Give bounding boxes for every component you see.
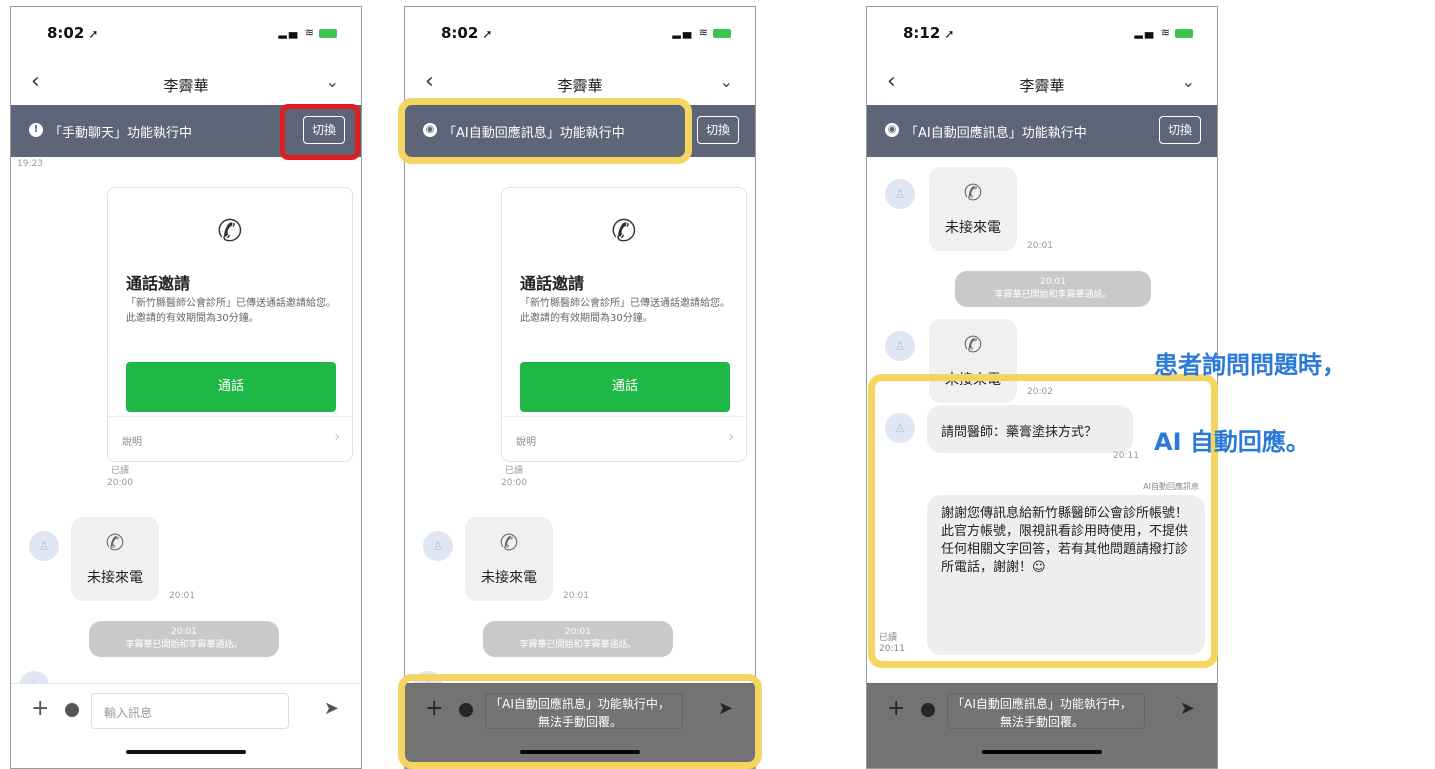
status-time: 8:12 ➚ — [903, 24, 955, 42]
call-invite-card: ✆ 通話邀請 「新竹縣醫師公會診所」已傳送通話邀請給您。此邀請的有效期間為30分… — [501, 187, 747, 462]
disabled-input-message: 「AI自動回應訊息」功能執行中， 無法手動回覆。 — [952, 697, 1132, 729]
missed-call-time: 20:01 — [563, 591, 589, 601]
chevron-down-icon[interactable]: ⌄ — [326, 72, 339, 91]
phone-icon: ✆ — [963, 181, 983, 206]
mode-banner: ◉ 「AI自動回應訊息」功能執行中 切換 — [867, 105, 1217, 157]
battery-icon — [713, 28, 731, 38]
send-icon[interactable]: ➤ — [324, 698, 339, 719]
phone-icon: ✆ — [611, 214, 637, 249]
call-invite-title: 通話邀請 — [126, 274, 191, 293]
call-invite-description: 「新竹縣醫師公會診所」已傳送通話邀請給您。此邀請的有效期間為30分鐘。 — [520, 298, 730, 324]
status-icons: ▂▄ ≋ — [672, 26, 731, 39]
call-invite-title: 通話邀請 — [520, 274, 585, 293]
missed-call-label: 未接來電 — [87, 570, 143, 586]
phone-icon: ✆ — [963, 333, 983, 358]
contact-name: 李霽華 — [163, 77, 209, 95]
caption-line-2: AI 自動回應。 — [1154, 428, 1310, 456]
chevron-down-icon[interactable]: ⌄ — [1182, 72, 1195, 91]
message-time: 19:23 — [17, 159, 43, 169]
status-bar: 8:02 ➚ ▂▄ ≋ — [405, 7, 755, 65]
status-time: 8:02 ➚ — [47, 24, 99, 42]
mode-banner-text: 「AI自動回應訊息」功能執行中 — [905, 126, 1087, 141]
battery-icon — [1175, 28, 1193, 38]
system-message: 20:01 李霽華已開始和李霽華通話。 — [483, 621, 673, 657]
signal-icon: ▂▄ — [278, 26, 300, 39]
phone-icon: ✆ — [217, 214, 243, 249]
card-footer-link[interactable]: 說明 › — [502, 416, 746, 463]
call-button[interactable]: 通話 — [126, 362, 336, 412]
wifi-icon: ≋ — [698, 26, 710, 39]
chat-header: ‹ 李霽華 ⌄ — [867, 65, 1217, 105]
location-arrow-icon: ➚ — [88, 27, 99, 41]
status-time: 8:02 ➚ — [441, 24, 493, 42]
switch-button[interactable]: 切換 — [1159, 116, 1201, 144]
plus-icon[interactable]: + — [31, 696, 49, 721]
card-footer-link[interactable]: 說明 › — [108, 416, 352, 463]
card-footer-label: 說明 — [122, 437, 142, 448]
phone-icon: ✆ — [105, 531, 125, 556]
missed-call-label: 未接來電 — [945, 220, 1001, 236]
missed-call-time: 20:01 — [1027, 241, 1053, 251]
ai-mode-banner-highlight — [398, 98, 692, 164]
signal-icon: ▂▄ — [1134, 26, 1156, 39]
missed-call-label: 未接來電 — [481, 570, 537, 586]
read-receipt: 已讀 20:00 — [107, 466, 133, 488]
chevron-down-icon[interactable]: ⌄ — [720, 72, 733, 91]
tutorial-canvas: 8:02 ➚ ▂▄ ≋ ‹ 李霽華 ⌄ ! 「手動聊天」功能執行中 切換 19:2… — [0, 0, 1435, 769]
chat-header: ‹ 李霽華 ⌄ — [11, 65, 361, 105]
signal-icon: ▂▄ — [672, 26, 694, 39]
status-icons: ▂▄ ≋ — [278, 26, 337, 39]
message-input[interactable]: 輸入訊息 — [91, 693, 289, 729]
emoji-icon[interactable] — [65, 703, 79, 717]
switch-button[interactable]: 切換 — [697, 116, 739, 144]
user-avatar-icon[interactable]: ♙ — [29, 531, 59, 561]
contact-name: 李霽華 — [557, 77, 603, 95]
message-input-bar: + 輸入訊息 ➤ — [11, 683, 361, 768]
ai-reply-highlight — [868, 374, 1218, 668]
card-footer-label: 說明 — [516, 437, 536, 448]
home-indicator — [126, 750, 246, 754]
status-bar: 8:12 ➚ ▂▄ ≋ — [867, 7, 1217, 65]
call-invite-description: 「新竹縣醫師公會診所」已傳送通話邀請給您。此邀請的有效期間為30分鐘。 — [126, 298, 336, 324]
robot-icon: ◉ — [885, 123, 899, 137]
missed-call-time: 20:01 — [169, 591, 195, 601]
battery-icon — [319, 28, 337, 38]
location-arrow-icon: ➚ — [482, 27, 493, 41]
chevron-right-icon: › — [728, 429, 734, 445]
info-icon: ! — [29, 123, 43, 137]
system-message: 20:01 李霽華已開始和李霽華通話。 — [955, 271, 1151, 307]
system-message: 20:01 李霽華已開始和李霽華通話。 — [89, 621, 279, 657]
status-bar: 8:02 ➚ ▂▄ ≋ — [11, 7, 361, 65]
chevron-right-icon: › — [334, 429, 340, 445]
user-avatar-icon[interactable]: ♙ — [885, 331, 915, 361]
contact-name: 李霽華 — [1019, 77, 1065, 95]
disabled-input-overlay: 「AI自動回應訊息」功能執行中， 無法手動回覆。 — [867, 683, 1217, 768]
read-receipt: 已讀 20:00 — [501, 466, 527, 488]
phone-icon: ✆ — [499, 531, 519, 556]
disabled-input-highlight — [398, 674, 762, 769]
call-invite-card: ✆ 通話邀請 「新竹縣醫師公會診所」已傳送通話邀請給您。此邀請的有效期間為30分… — [107, 187, 353, 462]
call-button[interactable]: 通話 — [520, 362, 730, 412]
caption-line-1: 患者詢問問題時， — [1154, 351, 1346, 379]
user-avatar-icon[interactable]: ♙ — [885, 179, 915, 209]
missed-call-bubble[interactable]: ✆ 未接來電 — [465, 517, 553, 601]
missed-call-bubble[interactable]: ✆ 未接來電 — [71, 517, 159, 601]
location-arrow-icon: ➚ — [944, 27, 955, 41]
mode-banner-text: 「手動聊天」功能執行中 — [49, 126, 193, 141]
status-icons: ▂▄ ≋ — [1134, 26, 1193, 39]
wifi-icon: ≋ — [1160, 26, 1172, 39]
switch-button-highlight — [280, 104, 360, 160]
user-avatar-icon[interactable]: ♙ — [423, 531, 453, 561]
wifi-icon: ≋ — [304, 26, 316, 39]
missed-call-bubble[interactable]: ✆ 未接來電 — [929, 167, 1017, 251]
